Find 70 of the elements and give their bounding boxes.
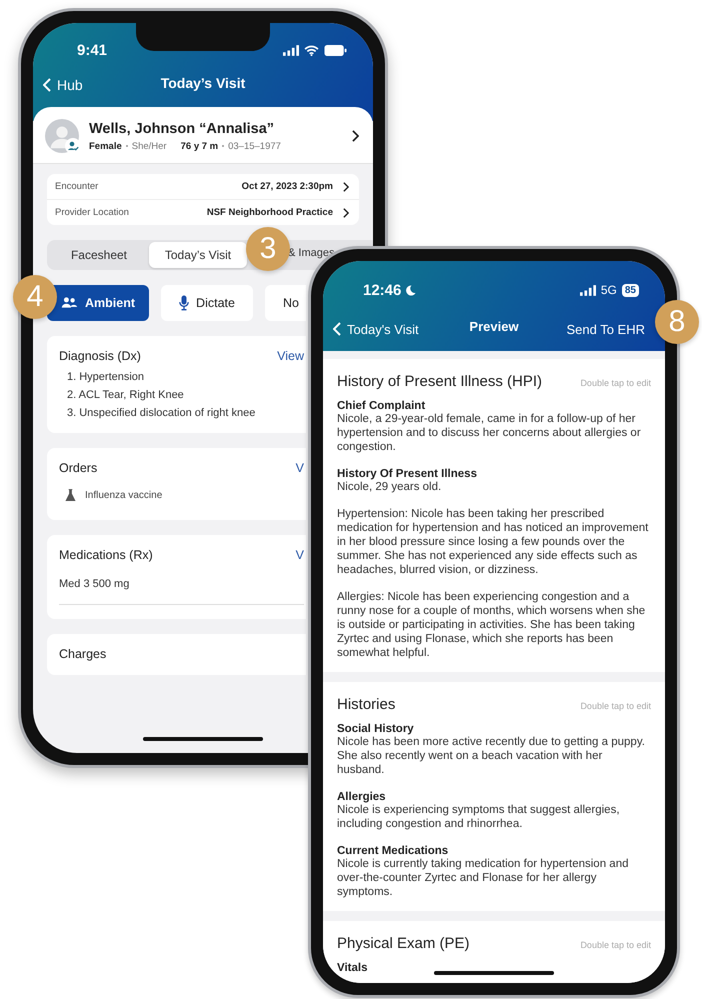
chevron-icon	[343, 182, 349, 192]
screen-title: Today’s Visit	[160, 75, 246, 91]
mode-button[interactable]: Dictate	[161, 285, 253, 321]
note-paragraph: Nicole, 29 years old.	[337, 480, 442, 494]
moon-icon	[405, 284, 416, 296]
status-time: 9:41	[77, 42, 108, 58]
status-time: 12:46	[363, 282, 402, 298]
back-link[interactable]: Today's Visit	[333, 322, 419, 336]
section-title: History of Present Illness (HPI)	[337, 373, 542, 390]
note-paragraph: Nicole has been more active recently due to getting a puppy. She also recently went on a beach vacation with her husband.	[337, 735, 646, 777]
send-button[interactable]: Send To EHR	[566, 322, 645, 336]
edit-hint: Double tap to edit	[580, 701, 651, 711]
step-number: 8	[655, 300, 699, 344]
note-paragraph: Allergies: Nicole has been experiencing congestion and a runny nose for a couple of months, which worsens when she is outside or participating in activities. She has been taking Zyrtec and using Flonase, which she reports has been somewhat helpful.	[337, 590, 646, 660]
order-item: Influenza vaccine	[85, 490, 162, 501]
microphone-icon	[179, 295, 190, 311]
screen-title: Preview	[469, 319, 519, 334]
detail-value[interactable]: Oct 27, 2023 2:30pm	[242, 181, 333, 192]
people-icon	[61, 296, 78, 310]
patient-dob: 03–15–1977	[228, 140, 281, 152]
patient-sex: Female	[89, 140, 122, 152]
battery-icon	[324, 44, 347, 56]
battery-level: 85	[622, 284, 639, 296]
view-link[interactable]: V	[296, 461, 304, 475]
view-link[interactable]: View	[277, 349, 304, 363]
card-title: Orders	[59, 461, 98, 475]
tab[interactable]: Facesheet	[49, 242, 149, 268]
note-paragraph: Nicole is experiencing symptoms that suggest allergies, including congestion and rhinorrhea.	[337, 803, 621, 831]
subsection-heading: History Of Present Illness	[337, 468, 477, 480]
subsection-heading: Chief Complaint	[337, 400, 426, 412]
diagnosis-item: 3. Unspecified dislocation of right knee	[66, 406, 256, 419]
card-title: Charges	[59, 647, 106, 661]
card-title: Diagnosis (Dx)	[59, 349, 141, 363]
view-link[interactable]: V	[296, 548, 304, 562]
back-chevron-icon	[43, 78, 51, 92]
network-label: 5G	[600, 283, 617, 297]
section-title: Histories	[337, 696, 396, 713]
patient-age: 76 y 7 m	[180, 140, 218, 152]
edit-hint: Double tap to edit	[580, 378, 651, 388]
patient-name: Wells, Johnson “Annalisa”	[89, 120, 276, 136]
flask-icon	[65, 489, 76, 502]
medication-item: Med 3 500 mg	[59, 562, 304, 605]
diagnosis-item: 1. Hypertension	[66, 370, 146, 383]
patient-pronouns: She/Her	[132, 140, 167, 152]
mode-button[interactable]: No	[265, 285, 306, 321]
edit-hint: Double tap to edit	[580, 940, 651, 950]
note-paragraph: Hypertension: Nicole has been taking her prescribed medication for hypertension and has noticed an improvement in her blood pressure since losing a few pounds over the summer. She has not experienced any side effects such as headaches, blurred vision, or dizziness.	[337, 507, 650, 577]
detail-label: Provider Location	[55, 207, 129, 218]
mode-button[interactable]: Ambient	[47, 285, 149, 321]
card-title: Medications (Rx)	[59, 548, 153, 562]
chevron-icon	[343, 208, 349, 218]
signal-icon	[580, 284, 596, 296]
tab[interactable]: Today’s Visit	[149, 242, 247, 268]
note-paragraph: Nicole is currently taking medication for hypertension and over-the-counter Zyrtec and Flonase for her allergy symptoms.	[337, 857, 630, 899]
detail-label: Encounter	[55, 181, 98, 192]
verified-user-icon	[65, 138, 81, 154]
note-paragraph: Nicole, a 29-year-old female, came in for a follow-up of her hypertension and to discuss her concerns about allergies or congestion.	[337, 412, 642, 454]
subsection-heading: Vitals	[337, 962, 368, 974]
back-chevron-icon	[333, 322, 341, 336]
patient-card[interactable]: Wells, Johnson “Annalisa” Female She/Her 76 y 7 m 03–15–1977	[33, 107, 373, 163]
back-link[interactable]: Hub	[43, 77, 83, 93]
section-title: Physical Exam (PE)	[337, 935, 470, 952]
diagnosis-item: 2. ACL Tear, Right Knee	[66, 388, 185, 401]
subsection-heading: Allergies	[337, 791, 386, 803]
detail-value[interactable]: NSF Neighborhood Practice	[206, 207, 333, 218]
signal-icon	[283, 44, 299, 56]
wifi-icon	[304, 44, 319, 56]
chevron-icon	[352, 130, 359, 142]
subsection-heading: Social History	[337, 723, 414, 735]
subsection-heading: Current Medications	[337, 845, 448, 857]
